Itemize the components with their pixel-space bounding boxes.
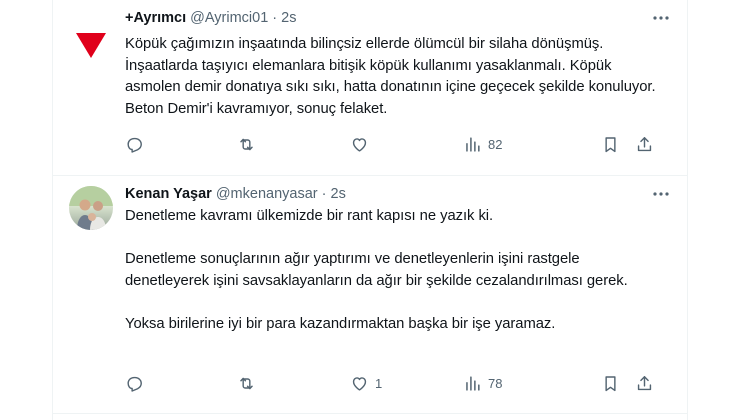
retweet-icon bbox=[240, 377, 253, 389]
tweet[interactable]: Kenan Yaşar @mkenanyasar · 2s Denetleme … bbox=[53, 176, 687, 414]
views-icon bbox=[466, 136, 480, 152]
tweet-actions: 82 bbox=[125, 133, 671, 155]
reply-button[interactable] bbox=[125, 372, 144, 394]
share-icon bbox=[637, 136, 652, 151]
timestamp[interactable]: 2s bbox=[281, 10, 296, 26]
tweet[interactable]: +Ayrımcı @Ayrimci01 · 2s Köpük çağımızın… bbox=[53, 0, 687, 176]
more-horizontal-icon[interactable] bbox=[651, 8, 671, 28]
bookmark-icon bbox=[605, 375, 616, 391]
share-button[interactable] bbox=[635, 372, 654, 394]
reply-button[interactable] bbox=[125, 133, 144, 155]
reply-icon bbox=[127, 376, 142, 392]
like-button[interactable]: 1 bbox=[350, 372, 382, 394]
retweet-button[interactable] bbox=[237, 372, 256, 394]
views-count: 78 bbox=[488, 375, 503, 391]
more-horizontal-icon[interactable] bbox=[651, 184, 671, 204]
like-icon bbox=[352, 376, 367, 391]
tweet-text: Köpük çağımızın inşaatında bilinçsiz ell… bbox=[125, 36, 656, 117]
retweet-icon bbox=[240, 138, 253, 150]
like-count: 1 bbox=[375, 375, 383, 391]
display-name[interactable]: Kenan Yaşar bbox=[125, 186, 212, 202]
separator-dot: · bbox=[321, 186, 327, 202]
bookmark-button[interactable] bbox=[601, 133, 620, 155]
reply-icon bbox=[127, 137, 142, 153]
tweet-text: Denetleme kavramı ülkemizde bir rant kap… bbox=[125, 208, 628, 332]
timeline: +Ayrımcı @Ayrimci01 · 2s Köpük çağımızın… bbox=[52, 0, 688, 420]
tweet-actions: 1 78 bbox=[125, 372, 671, 394]
bookmark-icon bbox=[605, 136, 616, 152]
like-button[interactable] bbox=[350, 133, 375, 155]
display-name[interactable]: +Ayrımcı bbox=[125, 10, 186, 26]
share-button[interactable] bbox=[635, 133, 654, 155]
views-icon bbox=[466, 375, 480, 391]
views-button[interactable]: 78 bbox=[463, 372, 502, 394]
timestamp[interactable]: 2s bbox=[331, 186, 346, 202]
share-icon bbox=[637, 375, 652, 390]
separator-dot: · bbox=[272, 10, 278, 26]
red-triangle-logo-icon bbox=[76, 33, 106, 58]
tweet-header: +Ayrımcı @Ayrimci01 · 2s bbox=[125, 8, 671, 28]
views-button[interactable]: 82 bbox=[463, 133, 502, 155]
user-handle[interactable]: @mkenanyasar bbox=[216, 186, 318, 202]
bookmark-button[interactable] bbox=[601, 372, 620, 394]
retweet-button[interactable] bbox=[237, 133, 256, 155]
avatar[interactable] bbox=[69, 186, 113, 230]
profile-photo-icon bbox=[69, 186, 113, 230]
tweet-header: Kenan Yaşar @mkenanyasar · 2s bbox=[125, 184, 671, 204]
avatar[interactable] bbox=[69, 20, 113, 64]
like-icon bbox=[352, 137, 367, 152]
views-count: 82 bbox=[488, 136, 503, 152]
user-handle[interactable]: @Ayrimci01 bbox=[190, 10, 268, 26]
